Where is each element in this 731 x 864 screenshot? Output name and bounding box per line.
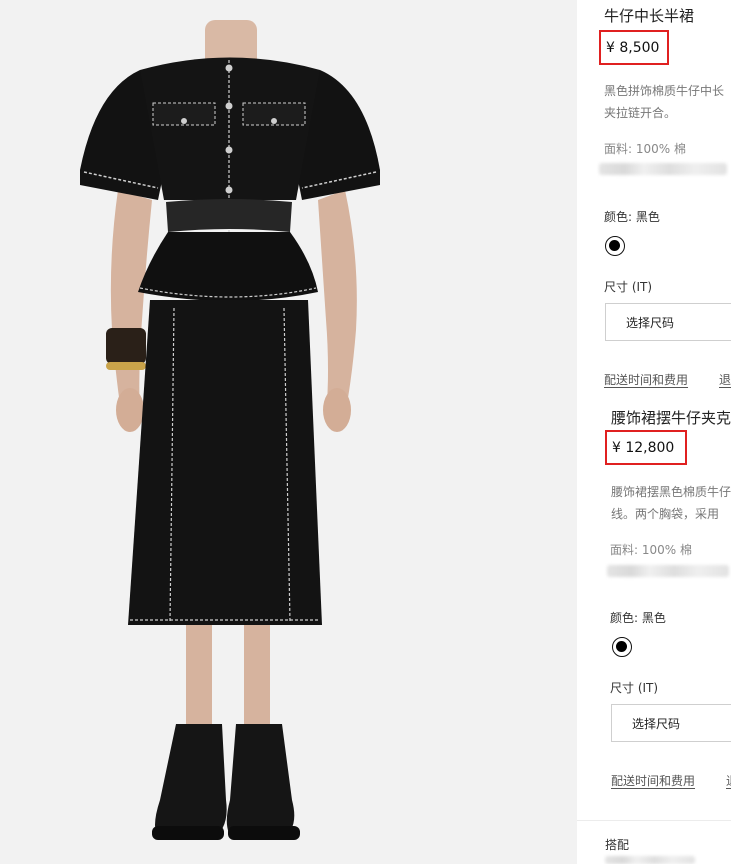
fabric-info: 面料: 100% 棉 bbox=[604, 142, 686, 156]
size-select-value: 选择尺码 bbox=[626, 315, 675, 330]
returns-link[interactable]: 退 bbox=[719, 371, 731, 388]
product-price: ¥ 12,800 bbox=[612, 439, 675, 456]
product-price: ¥ 8,500 bbox=[606, 39, 660, 56]
product-description: 黑色拼饰棉质牛仔中长 夹拉链开合。 bbox=[604, 80, 724, 124]
obscured-text bbox=[607, 565, 729, 577]
product-title: 腰饰裙摆牛仔夹克 bbox=[611, 409, 731, 427]
product-photo[interactable] bbox=[0, 0, 577, 864]
size-select-value: 选择尺码 bbox=[632, 716, 681, 731]
size-label: 尺寸 (IT) bbox=[604, 280, 653, 294]
pairing-heading: 搭配 bbox=[605, 838, 630, 852]
size-select[interactable]: 选择尺码 bbox=[605, 303, 731, 341]
color-swatch-black[interactable] bbox=[612, 637, 632, 657]
product-details-panel: 牛仔中长半裙 ¥ 8,500 黑色拼饰棉质牛仔中长 夹拉链开合。 面料: 100… bbox=[577, 0, 731, 864]
price-highlight-box: ¥ 8,500 bbox=[599, 30, 669, 65]
description-line: 线。两个胸袋，采用 bbox=[611, 507, 720, 521]
price-highlight-box: ¥ 12,800 bbox=[605, 430, 687, 465]
color-swatch-black[interactable] bbox=[605, 236, 625, 256]
color-label: 颜色: 黑色 bbox=[610, 611, 666, 625]
description-line: 夹拉链开合。 bbox=[604, 106, 677, 120]
color-label: 颜色: 黑色 bbox=[604, 210, 660, 224]
fabric-info: 面料: 100% 棉 bbox=[610, 543, 692, 557]
obscured-text bbox=[599, 163, 727, 175]
description-line: 黑色拼饰棉质牛仔中长 bbox=[604, 84, 725, 98]
size-label: 尺寸 (IT) bbox=[610, 681, 659, 695]
obscured-text bbox=[605, 856, 695, 864]
model-figure-illustration bbox=[80, 20, 380, 840]
shipping-link[interactable]: 配送时间和费用 bbox=[611, 772, 695, 789]
returns-link[interactable]: 退 bbox=[726, 772, 731, 789]
description-line: 腰饰裙摆黑色棉质牛仔 bbox=[611, 485, 731, 499]
product-title: 牛仔中长半裙 bbox=[604, 7, 695, 25]
shipping-link[interactable]: 配送时间和费用 bbox=[604, 371, 688, 388]
section-divider bbox=[577, 820, 731, 821]
product-description: 腰饰裙摆黑色棉质牛仔 线。两个胸袋，采用 bbox=[611, 481, 731, 525]
size-select[interactable]: 选择尺码 bbox=[611, 704, 731, 742]
